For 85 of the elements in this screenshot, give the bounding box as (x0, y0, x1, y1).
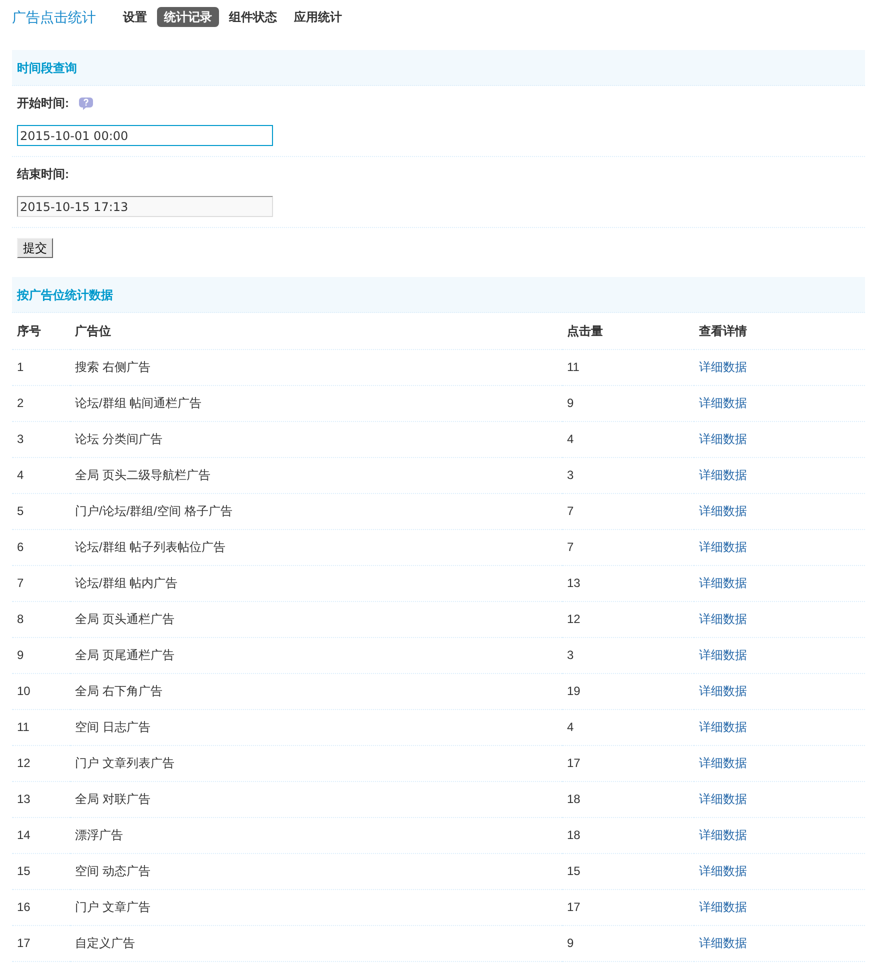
table-cell: 13 (12, 781, 70, 817)
table-cell: 14 (12, 817, 70, 853)
table-cell: 8 (12, 601, 70, 637)
table-cell: 论坛/群组 帖内广告 (70, 565, 562, 601)
column-header: 广告位 (70, 313, 562, 349)
table-cell: 2 (12, 385, 70, 421)
table-cell: 4 (562, 421, 694, 457)
details-link[interactable]: 详细数据 (699, 540, 747, 554)
section-header: 按广告位统计数据 (12, 277, 865, 313)
table-cell: 全局 页头通栏广告 (70, 601, 562, 637)
table-cell: 13 (562, 565, 694, 601)
table-cell: 全局 页尾通栏广告 (70, 637, 562, 673)
table-cell: 门户 文章广告 (70, 889, 562, 925)
details-link[interactable]: 详细数据 (699, 936, 747, 950)
details-link[interactable]: 详细数据 (699, 468, 747, 482)
table-cell: 11 (562, 349, 694, 385)
table-cell: 17 (562, 889, 694, 925)
table-cell: 全局 页头二级导航栏广告 (70, 457, 562, 493)
details-link[interactable]: 详细数据 (699, 720, 747, 734)
table-cell: 10 (12, 673, 70, 709)
nav-tab[interactable]: 应用统计 (287, 7, 349, 27)
table-cell: 搜索 右侧广告 (70, 349, 562, 385)
table-cell: 12 (562, 601, 694, 637)
table-cell: 7 (12, 565, 70, 601)
table-cell: 18 (562, 817, 694, 853)
table-cell: 3 (562, 457, 694, 493)
table-cell: 4 (562, 709, 694, 745)
section-header: 时间段查询 (12, 50, 865, 86)
table-cell: 11 (12, 709, 70, 745)
column-header: 序号 (12, 313, 70, 349)
details-link[interactable]: 详细数据 (699, 900, 747, 914)
table-cell: 16 (12, 889, 70, 925)
table-cell: 论坛/群组 帖间通栏广告 (70, 385, 562, 421)
details-link[interactable]: 详细数据 (699, 612, 747, 626)
table-cell: 9 (562, 385, 694, 421)
details-link[interactable]: 详细数据 (699, 360, 747, 374)
column-header: 查看详情 (694, 313, 865, 349)
table-cell: 3 (562, 637, 694, 673)
details-link[interactable]: 详细数据 (699, 684, 747, 698)
details-link[interactable]: 详细数据 (699, 576, 747, 590)
table-cell: 9 (12, 637, 70, 673)
details-link[interactable]: 详细数据 (699, 648, 747, 662)
table-cell: 6 (12, 529, 70, 565)
details-link[interactable]: 详细数据 (699, 396, 747, 410)
details-link[interactable]: 详细数据 (699, 504, 747, 518)
table-cell: 18 (562, 781, 694, 817)
table-cell: 5 (12, 493, 70, 529)
table-cell: 1 (12, 349, 70, 385)
date-field[interactable]: 2015-10-01 00:00 (17, 125, 273, 146)
column-header: 点击量 (562, 313, 694, 349)
table-cell: 空间 日志广告 (70, 709, 562, 745)
table-cell: 4 (12, 457, 70, 493)
table-cell: 17 (12, 925, 70, 961)
table-cell: 空间 动态广告 (70, 853, 562, 889)
details-link[interactable]: 详细数据 (699, 828, 747, 842)
table-cell: 9 (562, 925, 694, 961)
table-cell: 自定义广告 (70, 925, 562, 961)
app-title: 广告点击统计 (12, 8, 96, 26)
table-cell: 论坛 分类间广告 (70, 421, 562, 457)
table-cell: 7 (562, 493, 694, 529)
help-icon[interactable] (79, 96, 93, 110)
nav-tab[interactable]: 设置 (116, 7, 154, 27)
table-cell: 15 (562, 853, 694, 889)
table-cell: 15 (12, 853, 70, 889)
table-cell: 7 (562, 529, 694, 565)
table-cell: 门户 文章列表广告 (70, 745, 562, 781)
nav-tab[interactable]: 统计记录 (157, 7, 219, 27)
submit-button[interactable]: 提交 (17, 238, 53, 258)
table-cell: 3 (12, 421, 70, 457)
details-link[interactable]: 详细数据 (699, 432, 747, 446)
details-link[interactable]: 详细数据 (699, 756, 747, 770)
table-cell: 17 (562, 745, 694, 781)
table-cell: 全局 右下角广告 (70, 673, 562, 709)
field-label: 结束时间: (17, 166, 69, 183)
table-cell: 门户/论坛/群组/空间 格子广告 (70, 493, 562, 529)
field-label: 开始时间: (17, 95, 69, 112)
table-cell: 漂浮广告 (70, 817, 562, 853)
table-cell: 12 (12, 745, 70, 781)
nav-tab[interactable]: 组件状态 (222, 7, 284, 27)
table-cell: 19 (562, 673, 694, 709)
table-cell: 论坛/群组 帖子列表帖位广告 (70, 529, 562, 565)
table-cell: 全局 对联广告 (70, 781, 562, 817)
date-field[interactable]: 2015-10-15 17:13 (17, 196, 273, 217)
details-link[interactable]: 详细数据 (699, 792, 747, 806)
details-link[interactable]: 详细数据 (699, 864, 747, 878)
